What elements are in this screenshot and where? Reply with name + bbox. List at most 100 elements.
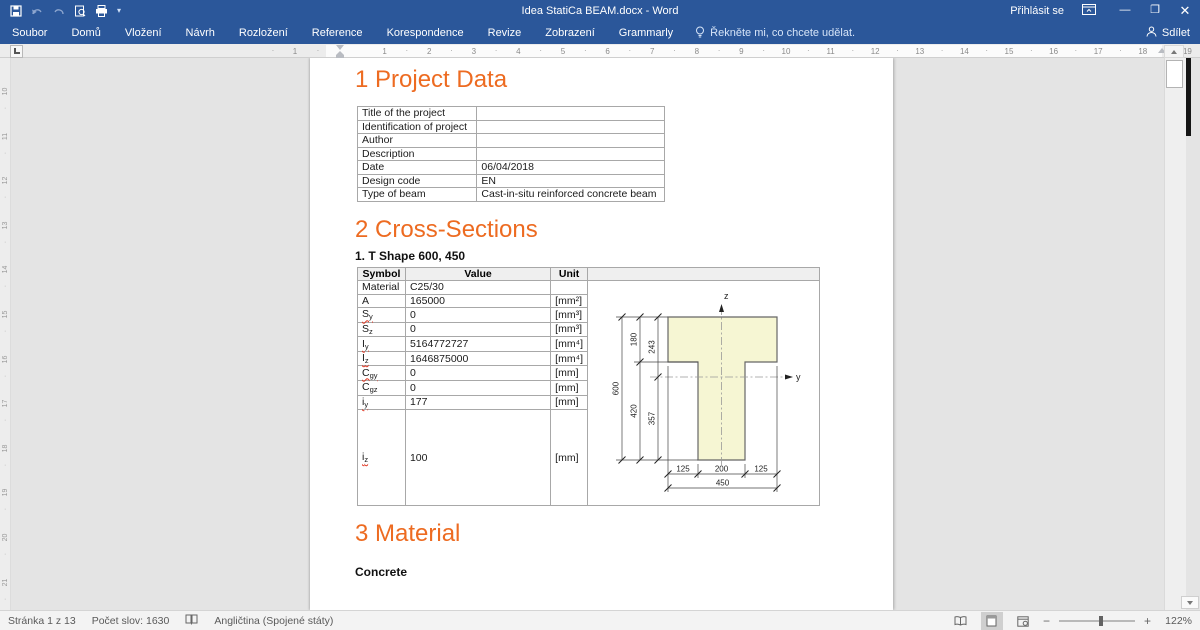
- cs-value: 1646875000: [404, 350, 552, 367]
- proofing-icon[interactable]: [185, 614, 198, 628]
- cross-section-diagram: z y 600 180 420 243 357 125 200 125 450: [612, 291, 801, 492]
- sign-in-link[interactable]: Přihlásit se: [1010, 5, 1064, 17]
- tell-me-label: Řekněte mi, co chcete udělat.: [710, 27, 856, 39]
- title-bar: ▾ Idea StatiCa BEAM.docx - Word Přihlási…: [0, 0, 1200, 22]
- cs-value: 177: [404, 394, 552, 411]
- dim-overhang-right: 125: [754, 465, 768, 474]
- ruler-mark: 18: [1138, 47, 1148, 56]
- ruler-mark: 16: [1049, 47, 1059, 56]
- tab-návrh[interactable]: Návrh: [174, 22, 227, 44]
- cs-value: 0: [404, 307, 552, 323]
- cs-value: 165000: [404, 293, 552, 309]
- ruler-mark: ·: [4, 238, 7, 246]
- ruler-mark: 17: [2, 399, 9, 408]
- ruler-mark: ·: [1119, 46, 1122, 55]
- t-shape: [667, 316, 778, 461]
- ruler-mark: 10: [2, 87, 9, 96]
- document-page[interactable]: 1 Project Data Title of the project Ident…: [310, 58, 893, 610]
- cs-unit: [mm³]: [550, 321, 589, 338]
- ruler-mark: ·: [405, 46, 409, 55]
- first-line-indent-marker[interactable]: [336, 45, 344, 50]
- tell-me-box[interactable]: Řekněte mi, co chcete udělat.: [695, 26, 855, 41]
- project-field-value: [476, 133, 665, 148]
- tab-vložení[interactable]: Vložení: [113, 22, 174, 44]
- ruler-mark: 6: [605, 47, 610, 56]
- word-count[interactable]: Počet slov: 1630: [92, 615, 170, 627]
- ribbon-display-options-icon[interactable]: [1082, 2, 1096, 20]
- ruler-row: 1 2 3 4 5 6 7 8 9 10 11 12 13 14 15 16 17 18 19 · · · · · · · · · · ·…: [0, 44, 1200, 58]
- tab-zobrazení[interactable]: Zobrazení: [533, 22, 607, 44]
- restore-button[interactable]: ❐: [1140, 0, 1170, 22]
- cs-unit: [550, 280, 589, 295]
- heading-project-data: 1 Project Data: [355, 66, 508, 93]
- ribbon-tab-list: Soubor Domů Vložení Návrh Rozložení Reference…: [0, 22, 685, 44]
- ruler-mark: 13: [2, 221, 9, 230]
- ruler-mark: 19: [2, 489, 9, 497]
- ruler-mark: 14: [959, 47, 969, 56]
- z-axis-label: z: [724, 291, 729, 301]
- zoom-in-button[interactable]: +: [1144, 614, 1151, 628]
- ruler-mark: ·: [4, 149, 7, 157]
- zoom-out-button[interactable]: −: [1043, 614, 1050, 628]
- lightbulb-icon: [695, 26, 705, 41]
- project-table-row: Identification of project: [356, 119, 665, 134]
- zoom-slider-thumb[interactable]: [1098, 616, 1103, 626]
- ruler-mark: ·: [4, 551, 7, 558]
- dim-flange-height: 180: [630, 332, 639, 346]
- cross-section-table-body: Symbol Value Unit Material C25/30 z y 60…: [357, 267, 820, 506]
- tab-soubor[interactable]: Soubor: [0, 22, 59, 44]
- project-table-row: Type of beam Cast-in-situ reinforced conc…: [356, 187, 665, 202]
- dim-total-width: 450: [716, 479, 730, 488]
- ruler-mark: ·: [4, 194, 7, 202]
- ruler-mark: ·: [316, 46, 320, 55]
- ruler-mark: 15: [2, 310, 9, 319]
- ruler-mark: ·: [4, 417, 7, 425]
- ruler-mark: ·: [4, 461, 7, 469]
- ruler-mark: 4: [516, 47, 521, 56]
- ruler-mark: 14: [2, 266, 9, 274]
- project-table-body: Title of the project Identification of pr…: [356, 106, 665, 202]
- scrollbar-thumb[interactable]: [1166, 60, 1183, 88]
- project-field-label: Date: [356, 160, 478, 175]
- print-layout-button[interactable]: [980, 612, 1003, 630]
- ruler-mark: 9: [739, 47, 744, 56]
- cs-header-row: Symbol Value Unit: [357, 267, 820, 281]
- heading-material: 3 Material: [355, 520, 461, 547]
- dim-web-width: 200: [715, 465, 729, 474]
- tab-rozložení[interactable]: Rozložení: [227, 22, 300, 44]
- heading-cross-sections: 2 Cross-Sections: [355, 216, 538, 243]
- ruler-mark: 7: [649, 47, 655, 56]
- dim-above-centroid: 243: [648, 340, 657, 354]
- close-button[interactable]: ✕: [1170, 0, 1200, 22]
- ruler-mark: ·: [896, 46, 899, 55]
- tab-grammarly[interactable]: Grammarly: [607, 22, 685, 44]
- page-count[interactable]: Stránka 1 z 13: [8, 615, 76, 627]
- vertical-scrollbar[interactable]: [1164, 58, 1186, 610]
- ruler-mark: 10: [781, 47, 791, 56]
- tab-korespondence[interactable]: Korespondence: [375, 22, 476, 44]
- y-axis-label: y: [796, 372, 801, 382]
- web-layout-button[interactable]: [1012, 612, 1034, 630]
- tab-reference[interactable]: Reference: [300, 22, 375, 44]
- scroll-down-button[interactable]: [1181, 596, 1199, 609]
- read-mode-button[interactable]: [950, 612, 972, 630]
- ruler-mark: ·: [4, 595, 7, 603]
- tab-domů[interactable]: Domů: [59, 22, 112, 44]
- tab-revize[interactable]: Revize: [476, 22, 534, 44]
- share-label: Sdílet: [1161, 27, 1190, 39]
- cs-value: 5164772727: [404, 336, 552, 352]
- language-status[interactable]: Angličtina (Spojené státy): [214, 615, 333, 627]
- ruler-mark: ·: [673, 46, 676, 55]
- cs-symbol: iy: [357, 394, 406, 411]
- ruler-mark: ·: [806, 46, 810, 55]
- col-header-diagram: [587, 267, 820, 281]
- col-header-unit: Unit: [550, 267, 589, 281]
- minimize-button[interactable]: —: [1110, 0, 1140, 22]
- zoom-slider[interactable]: [1058, 616, 1135, 626]
- horizontal-ruler: 1 2 3 4 5 6 7 8 9 10 11 12 13 14 15 16 17 18 19 · · · · · · · · · · ·…: [0, 44, 1192, 58]
- scroll-up-button[interactable]: [1164, 45, 1184, 58]
- cs-symbol: Cgy: [357, 365, 406, 381]
- zoom-level[interactable]: 122%: [1160, 615, 1192, 627]
- share-button[interactable]: Sdílet: [1146, 22, 1190, 44]
- ruler-mark: 5: [560, 47, 566, 56]
